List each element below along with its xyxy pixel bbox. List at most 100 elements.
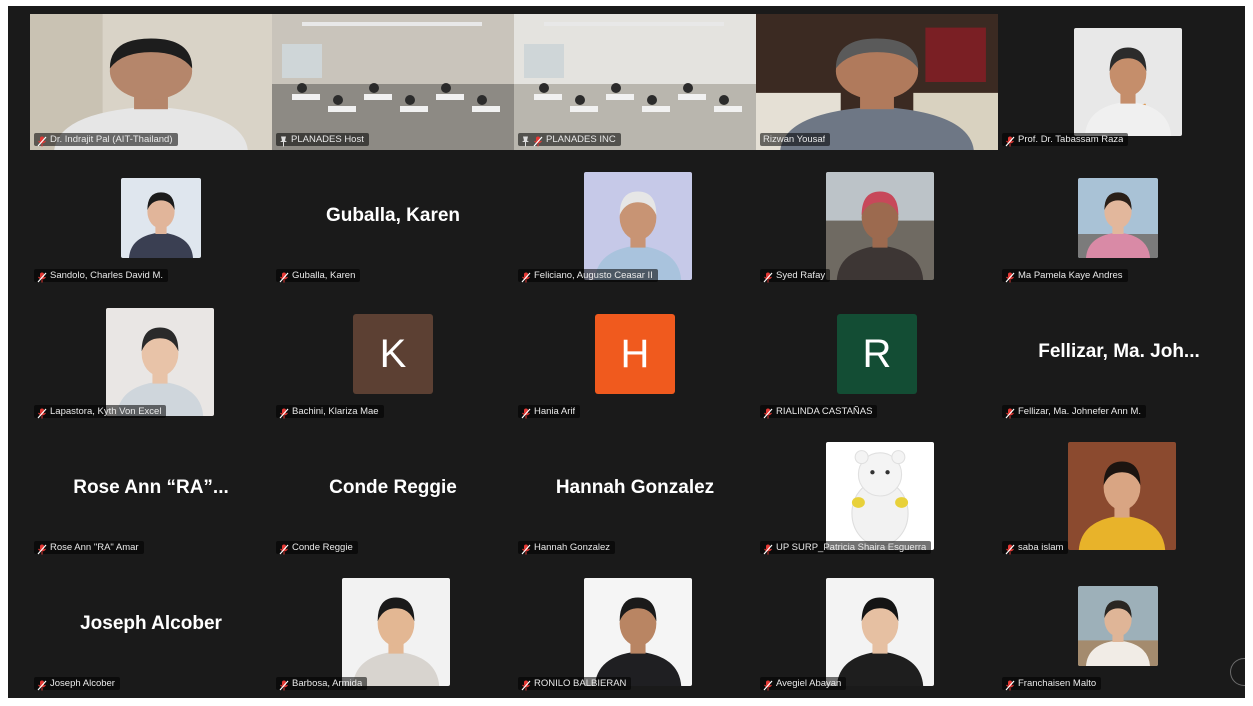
participant-name: Hania Arif	[534, 406, 576, 417]
microphone-muted-icon	[37, 134, 47, 147]
profile-picture	[121, 178, 201, 258]
participant-name-bar: Guballa, Karen	[276, 269, 361, 283]
participant-name-bar: Rose Ann "RA" Amar	[34, 541, 144, 555]
participant-tile[interactable]: Hannah Gonzalez Hannah Gonzalez	[514, 422, 756, 558]
microphone-muted-icon	[1005, 406, 1015, 419]
microphone-muted-icon	[37, 406, 47, 419]
participant-name-bar: Conde Reggie	[276, 541, 358, 555]
microphone-muted-icon	[279, 678, 289, 691]
participant-name-bar: UP SURP_Patricia Shaira Esguerra	[760, 541, 932, 555]
participant-name: Feliciano, Augusto Ceasar II	[534, 270, 653, 281]
participant-tile[interactable]: PLANADES INC	[514, 14, 756, 150]
participant-name: Guballa, Karen	[292, 270, 356, 281]
participant-tile[interactable]: Syed Rafay	[756, 150, 998, 286]
participant-name: Hannah Gonzalez	[534, 542, 611, 553]
participant-tile[interactable]: Franchaisen Malto	[998, 558, 1240, 694]
participant-tile[interactable]: R RIALINDA CASTAÑAS	[756, 286, 998, 422]
profile-picture	[584, 578, 692, 686]
profile-picture	[106, 308, 214, 416]
microphone-muted-icon	[1005, 542, 1015, 555]
microphone-muted-icon	[37, 542, 47, 555]
participant-tile[interactable]: Sandolo, Charles David M.	[30, 150, 272, 286]
participant-tile[interactable]: H Hania Arif	[514, 286, 756, 422]
participant-name: Dr. Indrajit Pal (AIT-Thailand)	[50, 134, 173, 145]
microphone-muted-icon	[763, 542, 773, 555]
participant-tile[interactable]: Feliciano, Augusto Ceasar II	[514, 150, 756, 286]
participant-tile[interactable]: Guballa, Karen Guballa, Karen	[272, 150, 514, 286]
microphone-muted-icon	[279, 270, 289, 283]
avatar-initial: R	[837, 314, 917, 394]
participant-name: Rose Ann "RA" Amar	[50, 542, 139, 553]
participant-tile[interactable]: PLANADES Host	[272, 14, 514, 150]
participant-name: Franchaisen Malto	[1018, 678, 1097, 689]
microphone-muted-icon	[533, 134, 543, 147]
microphone-muted-icon	[1005, 270, 1015, 283]
participant-tile[interactable]: Barbosa, Armida	[272, 558, 514, 694]
participant-name: Rizwan Yousaf	[763, 134, 826, 145]
participant-tile[interactable]: Joseph Alcober Joseph Alcober	[30, 558, 272, 694]
participant-name-bar: Sandolo, Charles David M.	[34, 269, 168, 283]
participant-tile[interactable]: Conde Reggie Conde Reggie	[272, 422, 514, 558]
participant-name-bar: Feliciano, Augusto Ceasar II	[518, 269, 658, 283]
participant-name: Barbosa, Armida	[292, 678, 363, 689]
profile-picture	[1074, 28, 1182, 136]
participant-display-name: Hannah Gonzalez	[555, 476, 715, 498]
participant-name: Syed Rafay	[776, 270, 826, 281]
participant-grid: Dr. Indrajit Pal (AIT-Thailand) PLANADES …	[30, 14, 1240, 694]
participant-name: RONILO BALBIERAN	[534, 678, 627, 689]
participant-name-bar: Avegiel Abayan	[760, 677, 847, 691]
participant-name: saba islam	[1018, 542, 1064, 553]
participant-name-bar: Hannah Gonzalez	[518, 541, 616, 555]
participant-tile[interactable]: Dr. Indrajit Pal (AIT-Thailand)	[30, 14, 272, 150]
participant-name-bar: RIALINDA CASTAÑAS	[760, 405, 878, 419]
microphone-muted-icon	[763, 678, 773, 691]
participant-tile[interactable]: RONILO BALBIERAN	[514, 558, 756, 694]
profile-picture	[584, 172, 692, 280]
microphone-muted-icon	[37, 678, 47, 691]
profile-picture	[1078, 178, 1158, 258]
participant-tile[interactable]: Avegiel Abayan	[756, 558, 998, 694]
pin-icon	[521, 134, 530, 147]
participant-display-name: Fellizar, Ma. Joh...	[1038, 340, 1200, 362]
participant-tile[interactable]: saba islam	[998, 422, 1240, 558]
microphone-muted-icon	[37, 270, 47, 283]
participant-tile[interactable]: Ma Pamela Kaye Andres	[998, 150, 1240, 286]
avatar-initial: H	[595, 314, 675, 394]
participant-name: Fellizar, Ma. Johnefer Ann M.	[1018, 406, 1142, 417]
participant-tile[interactable]: Prof. Dr. Tabassam Raza	[998, 14, 1240, 150]
participant-video	[30, 14, 272, 150]
participant-tile[interactable]: Fellizar, Ma. Joh... Fellizar, Ma. Johnef…	[998, 286, 1240, 422]
participant-name-bar: Franchaisen Malto	[1002, 677, 1102, 691]
participant-display-name: Joseph Alcober	[80, 612, 222, 634]
participant-name: PLANADES Host	[291, 134, 364, 145]
participant-tile[interactable]: K Bachini, Klariza Mae	[272, 286, 514, 422]
participant-video	[756, 14, 998, 150]
participant-name-bar: Hania Arif	[518, 405, 581, 419]
participant-tile[interactable]: Lapastora, Kyth Von Excel	[30, 286, 272, 422]
pin-icon	[279, 134, 288, 147]
participant-name: Sandolo, Charles David M.	[50, 270, 163, 281]
participant-name-bar: Barbosa, Armida	[276, 677, 368, 691]
participant-tile[interactable]: Rizwan Yousaf	[756, 14, 998, 150]
participant-name-bar: Syed Rafay	[760, 269, 831, 283]
microphone-muted-icon	[1005, 678, 1015, 691]
participant-name-bar: Fellizar, Ma. Johnefer Ann M.	[1002, 405, 1147, 419]
microphone-muted-icon	[279, 542, 289, 555]
participant-name-bar: Lapastora, Kyth Von Excel	[34, 405, 167, 419]
profile-picture	[1078, 586, 1158, 666]
participant-display-name: Rose Ann “RA”...	[73, 476, 229, 498]
participant-name-bar: RONILO BALBIERAN	[518, 677, 632, 691]
microphone-muted-icon	[279, 406, 289, 419]
participant-name-bar: PLANADES Host	[276, 133, 369, 147]
participant-name-bar: PLANADES INC	[518, 133, 621, 147]
participant-tile[interactable]: Rose Ann “RA”... Rose Ann "RA" Amar	[30, 422, 272, 558]
participant-name-bar: Bachini, Klariza Mae	[276, 405, 384, 419]
profile-picture	[1068, 442, 1176, 550]
participant-name-bar: Prof. Dr. Tabassam Raza	[1002, 133, 1129, 147]
microphone-muted-icon	[521, 406, 531, 419]
participant-display-name: Guballa, Karen	[325, 204, 461, 226]
participant-video	[272, 14, 514, 150]
microphone-muted-icon	[763, 406, 773, 419]
participant-name-bar: Dr. Indrajit Pal (AIT-Thailand)	[34, 133, 178, 147]
participant-tile[interactable]: UP SURP_Patricia Shaira Esguerra	[756, 422, 998, 558]
